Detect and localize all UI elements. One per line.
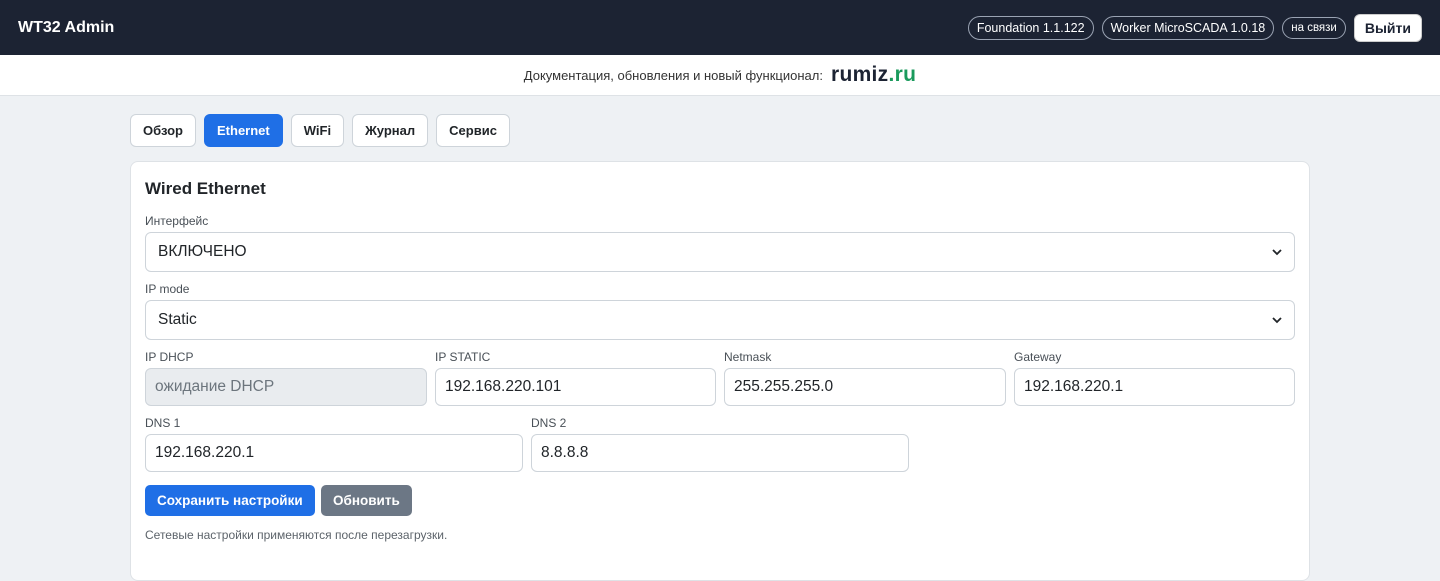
interface-select[interactable]: ВКЛЮЧЕНО — [145, 232, 1295, 272]
tab-service[interactable]: Сервис — [436, 114, 510, 147]
ethernet-settings-card: Wired Ethernet Интерфейс ВКЛЮЧЕНО IP mod… — [130, 161, 1310, 581]
tab-wifi[interactable]: WiFi — [290, 114, 345, 147]
netmask-label: Netmask — [724, 350, 772, 364]
documentation-text: Документация, обновления и новый функцио… — [523, 67, 823, 83]
connection-status-badge: на связи — [1282, 16, 1346, 39]
worker-version-badge: Worker MicroSCADA 1.0.18 — [1101, 15, 1275, 40]
app-brand: WT32 Admin — [18, 18, 115, 36]
dns1-input[interactable]: 192.168.220.1 — [145, 434, 523, 472]
site-link[interactable]: rumiz.ru — [831, 63, 916, 87]
dns1-label: DNS 1 — [145, 416, 181, 430]
ip-mode-select-value: Static — [158, 311, 197, 328]
top-navbar: WT32 Admin Foundation 1.1.122 Worker Mic… — [0, 0, 1440, 55]
chevron-down-icon — [1272, 317, 1282, 324]
gateway-input[interactable]: 192.168.220.1 — [1014, 368, 1295, 406]
netmask-value: 255.255.255.0 — [734, 378, 834, 395]
tab-overview[interactable]: Обзор — [130, 114, 196, 147]
tab-journal[interactable]: Журнал — [352, 114, 429, 147]
dns1-value: 192.168.220.1 — [155, 444, 255, 461]
restart-note: Сетевые настройки применяются после пере… — [145, 528, 448, 542]
dns2-value: 8.8.8.8 — [541, 444, 589, 461]
dns2-label: DNS 2 — [531, 416, 567, 430]
gateway-value: 192.168.220.1 — [1024, 378, 1124, 395]
foundation-version-badge: Foundation 1.1.122 — [967, 15, 1094, 40]
ip-static-input[interactable]: 192.168.220.101 — [435, 368, 716, 406]
netmask-input[interactable]: 255.255.255.0 — [724, 368, 1006, 406]
save-settings-button[interactable]: Сохранить настройки — [145, 485, 315, 516]
tab-bar: Обзор Ethernet WiFi Журнал Сервис — [130, 114, 510, 147]
ip-mode-select[interactable]: Static — [145, 300, 1295, 340]
dns2-input[interactable]: 8.8.8.8 — [531, 434, 909, 472]
ip-mode-label: IP mode — [145, 282, 190, 296]
ip-dhcp-input: ожидание DHCP — [145, 368, 427, 406]
tab-ethernet[interactable]: Ethernet — [204, 114, 283, 147]
site-link-name: rumiz — [830, 63, 889, 86]
interface-select-value: ВКЛЮЧЕНО — [158, 243, 247, 260]
header-right: Foundation 1.1.122 Worker MicroSCADA 1.0… — [967, 13, 1422, 42]
chevron-down-icon — [1272, 249, 1282, 256]
site-link-domain: .ru — [888, 63, 917, 86]
documentation-bar: Документация, обновления и новый функцио… — [0, 55, 1440, 96]
ip-static-value: 192.168.220.101 — [445, 378, 562, 395]
card-title: Wired Ethernet — [145, 179, 266, 198]
ip-dhcp-label: IP DHCP — [145, 350, 194, 364]
ip-static-label: IP STATIC — [435, 350, 491, 364]
ip-dhcp-placeholder: ожидание DHCP — [155, 378, 275, 395]
gateway-label: Gateway — [1014, 350, 1062, 364]
logout-button[interactable]: Выйти — [1353, 13, 1422, 42]
refresh-button[interactable]: Обновить — [321, 485, 412, 516]
interface-label: Интерфейс — [145, 214, 209, 228]
